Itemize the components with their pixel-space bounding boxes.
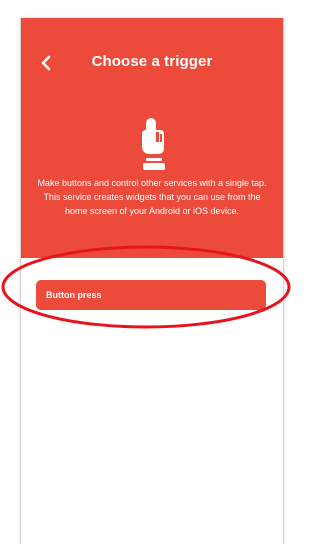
app-window: Choose a trigger Make buttons and contro… xyxy=(20,18,284,544)
trigger-label: Button press xyxy=(46,290,102,300)
tap-button-icon xyxy=(142,118,165,170)
service-header: Choose a trigger Make buttons and contro… xyxy=(21,18,283,258)
page-title: Choose a trigger xyxy=(91,53,213,70)
screen: Choose a trigger Make buttons and contro… xyxy=(0,0,292,544)
trigger-button-press[interactable]: Button press xyxy=(36,280,266,310)
service-description: Make buttons and control other services … xyxy=(37,178,267,216)
